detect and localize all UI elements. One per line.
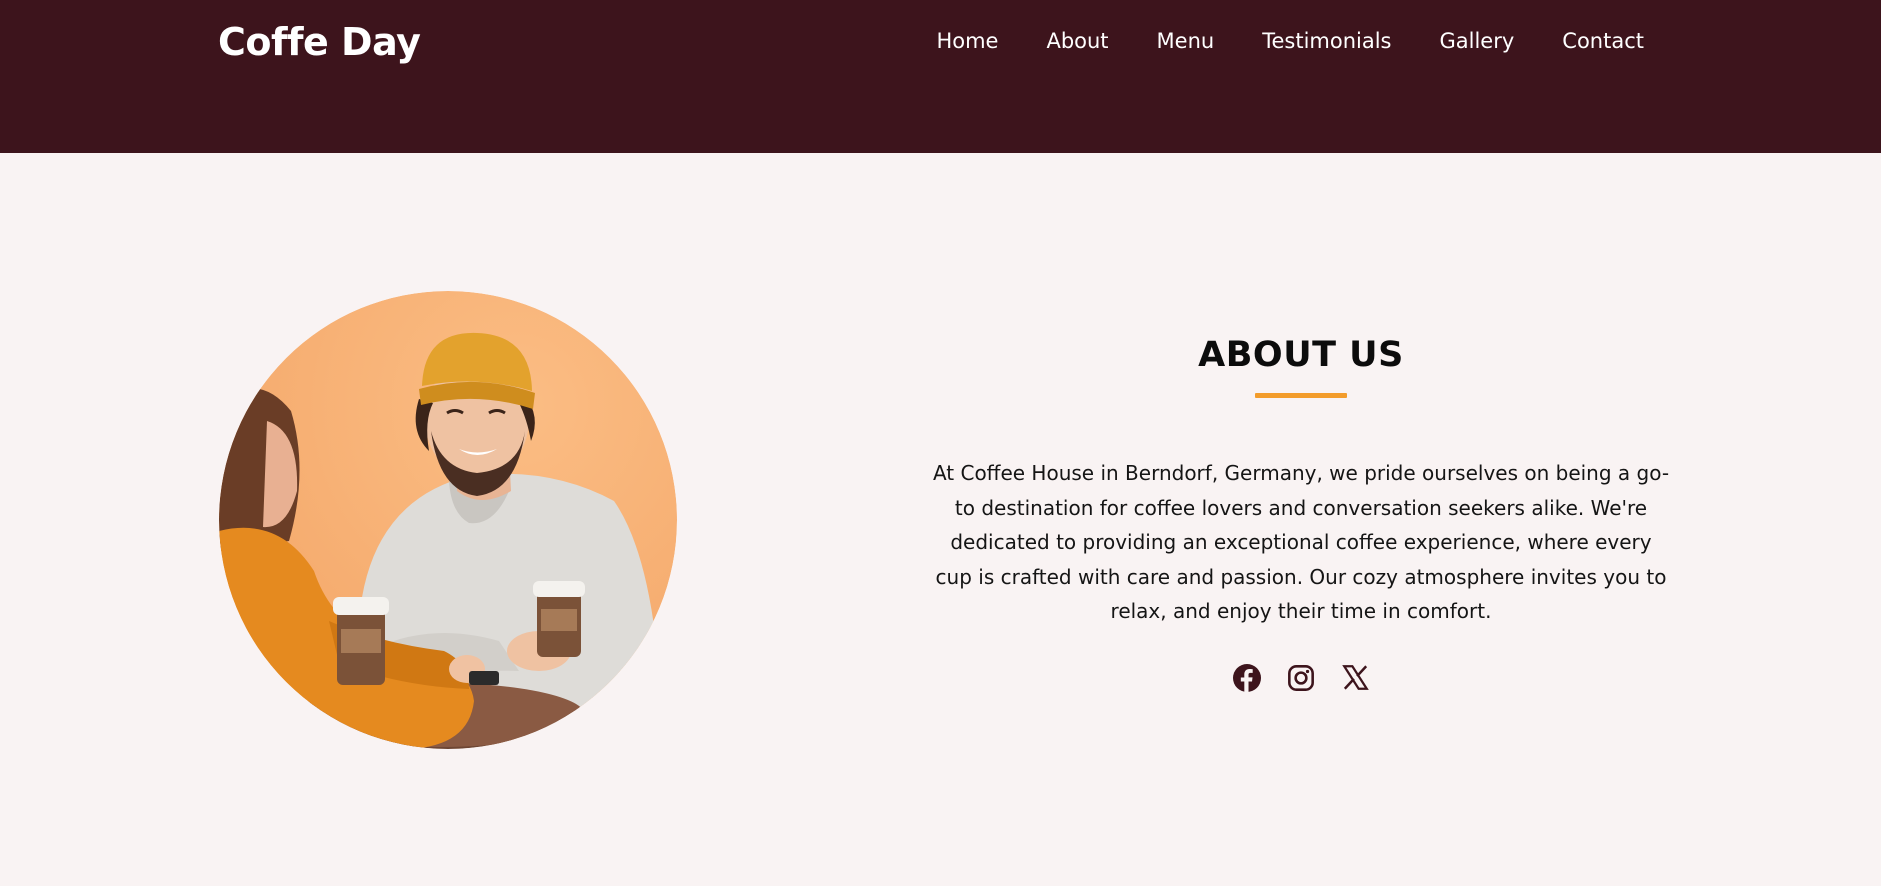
x-icon[interactable]: [1340, 663, 1370, 693]
nav-menu[interactable]: Menu: [1157, 29, 1215, 53]
nav-contact[interactable]: Contact: [1562, 29, 1644, 53]
site-logo[interactable]: Coffe Day: [218, 20, 421, 64]
about-photo: [219, 291, 677, 749]
nav-about[interactable]: About: [1046, 29, 1108, 53]
nav-home[interactable]: Home: [936, 29, 998, 53]
about-title: ABOUT US: [1198, 335, 1404, 375]
coffee-couple-illustration: [219, 291, 677, 749]
about-section: ABOUT US At Coffee House in Berndorf, Ge…: [0, 153, 1881, 886]
social-links: [930, 663, 1672, 693]
nav-testimonials[interactable]: Testimonials: [1262, 29, 1391, 53]
facebook-icon[interactable]: [1232, 663, 1262, 693]
title-underline: [1255, 393, 1347, 398]
main-nav: Home About Menu Testimonials Gallery Con…: [888, 29, 1644, 53]
site-header: Coffe Day Home About Menu Testimonials G…: [0, 0, 1881, 153]
nav-gallery[interactable]: Gallery: [1440, 29, 1515, 53]
about-description: At Coffee House in Berndorf, Germany, we…: [932, 461, 1670, 623]
instagram-icon[interactable]: [1286, 663, 1316, 693]
about-content: ABOUT US At Coffee House in Berndorf, Ge…: [930, 335, 1672, 693]
